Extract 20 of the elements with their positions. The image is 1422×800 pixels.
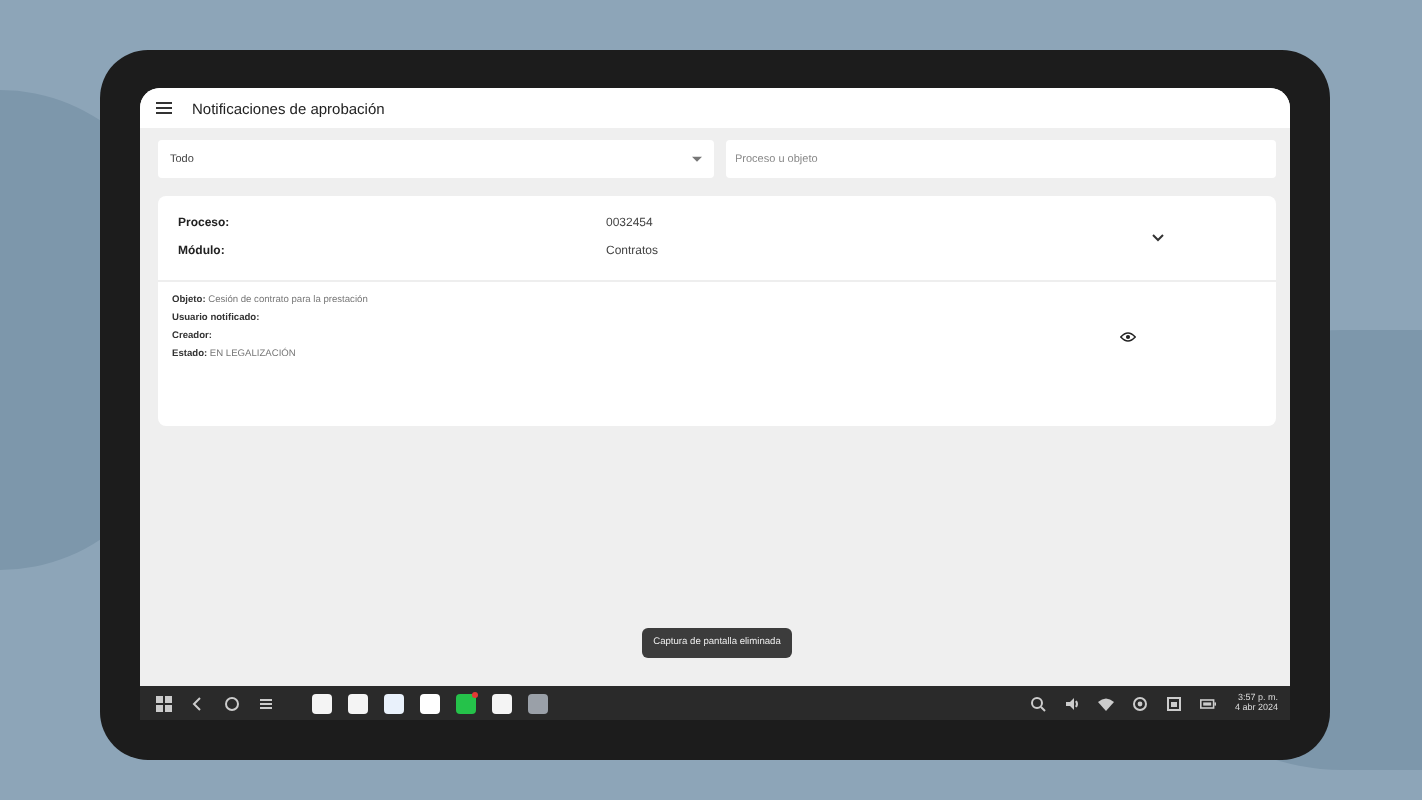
wifi-icon[interactable] (1098, 695, 1115, 711)
battery-icon (1200, 695, 1217, 711)
search-icon[interactable] (1030, 695, 1047, 711)
back-icon[interactable] (190, 695, 206, 711)
app-drawer-icon[interactable] (156, 695, 172, 711)
recents-icon[interactable] (258, 695, 274, 711)
app-icon[interactable] (348, 693, 368, 713)
calendar-icon[interactable] (1166, 695, 1183, 711)
app-icon[interactable] (384, 693, 404, 713)
app-icon[interactable] (492, 693, 512, 713)
caret-icon (691, 155, 701, 163)
eye-icon[interactable] (1120, 332, 1136, 342)
app-icon[interactable] (420, 693, 440, 713)
speaker-icon[interactable] (1064, 695, 1081, 711)
app-icon[interactable] (456, 693, 476, 713)
settings-icon[interactable] (1132, 695, 1149, 711)
home-icon[interactable] (224, 695, 240, 711)
app-icon[interactable] (312, 693, 332, 713)
menu-icon[interactable] (156, 102, 172, 114)
chevron-icon[interactable] (1152, 234, 1164, 242)
